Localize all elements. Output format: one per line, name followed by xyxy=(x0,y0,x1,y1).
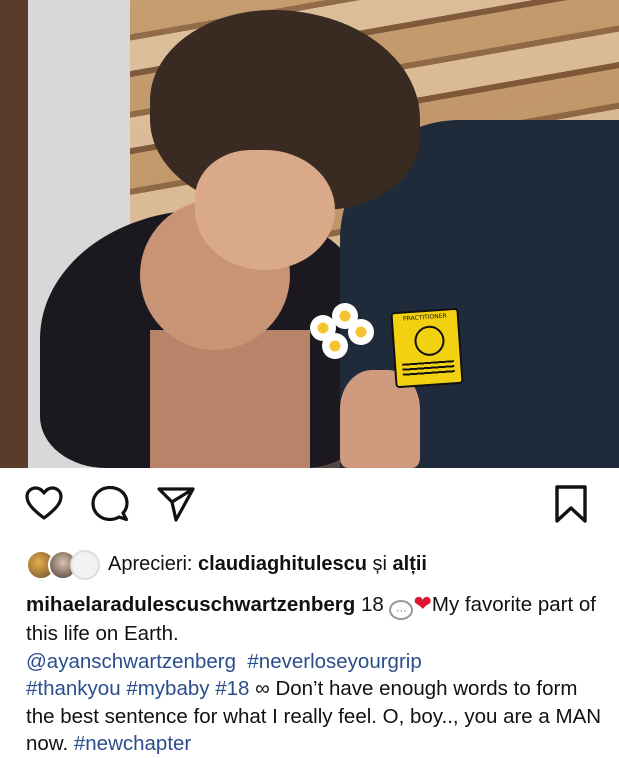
daisy xyxy=(348,319,374,345)
caption-username[interactable]: mihaelaradulescuschwartzenberg xyxy=(26,593,355,616)
comment-bubble-icon xyxy=(91,485,129,522)
post-action-bar xyxy=(0,484,619,534)
like-button[interactable] xyxy=(24,484,64,524)
photo-woman-neck xyxy=(150,330,310,468)
avatar[interactable] xyxy=(70,550,100,580)
daisy xyxy=(322,333,348,359)
mention-link[interactable]: @ayanschwartzenberg xyxy=(26,650,236,673)
infinity-emoji: ∞ xyxy=(255,677,270,700)
likes-prefix: Aprecieri: xyxy=(108,552,199,575)
hashtag-link[interactable]: #18 xyxy=(215,677,249,700)
hashtag-link[interactable]: #mybaby xyxy=(126,677,209,700)
post-caption: mihaelaradulescuschwartzenberg 18 ··· ❤My… xyxy=(26,590,606,758)
shirt-badge-logo xyxy=(413,324,446,357)
likes-others[interactable]: alții xyxy=(393,553,427,575)
save-button[interactable] xyxy=(554,484,588,524)
hashtag-link[interactable]: #thankyou xyxy=(26,677,121,700)
paper-plane-icon xyxy=(157,487,195,522)
likes-conj: și xyxy=(366,552,393,575)
liker-username[interactable]: claudiaghitulescu xyxy=(198,553,367,575)
comment-button[interactable] xyxy=(90,484,130,524)
likes-row: Aprecieri: claudiaghitulescu și alții xyxy=(26,546,606,582)
bookmark-icon xyxy=(555,485,587,523)
photo-boy-face xyxy=(195,150,335,270)
caption-number: 18 xyxy=(355,593,390,616)
speech-bubble-emoji: ··· xyxy=(389,600,414,620)
post-photo[interactable]: PRACTITIONER xyxy=(0,0,619,468)
share-button[interactable] xyxy=(156,484,196,524)
red-heart-emoji: ❤ xyxy=(413,591,432,616)
heart-outline-icon xyxy=(25,486,63,520)
shirt-badge: PRACTITIONER xyxy=(390,307,464,389)
liker-avatars[interactable] xyxy=(26,548,102,580)
hashtag-link[interactable]: #neverloseyourgrip xyxy=(247,650,421,673)
hashtag-link[interactable]: #newchapter xyxy=(74,732,191,755)
shirt-badge-stripes xyxy=(402,360,455,378)
shirt-badge-text: PRACTITIONER xyxy=(402,312,447,323)
likes-summary[interactable]: Aprecieri: claudiaghitulescu și alții xyxy=(108,553,427,576)
